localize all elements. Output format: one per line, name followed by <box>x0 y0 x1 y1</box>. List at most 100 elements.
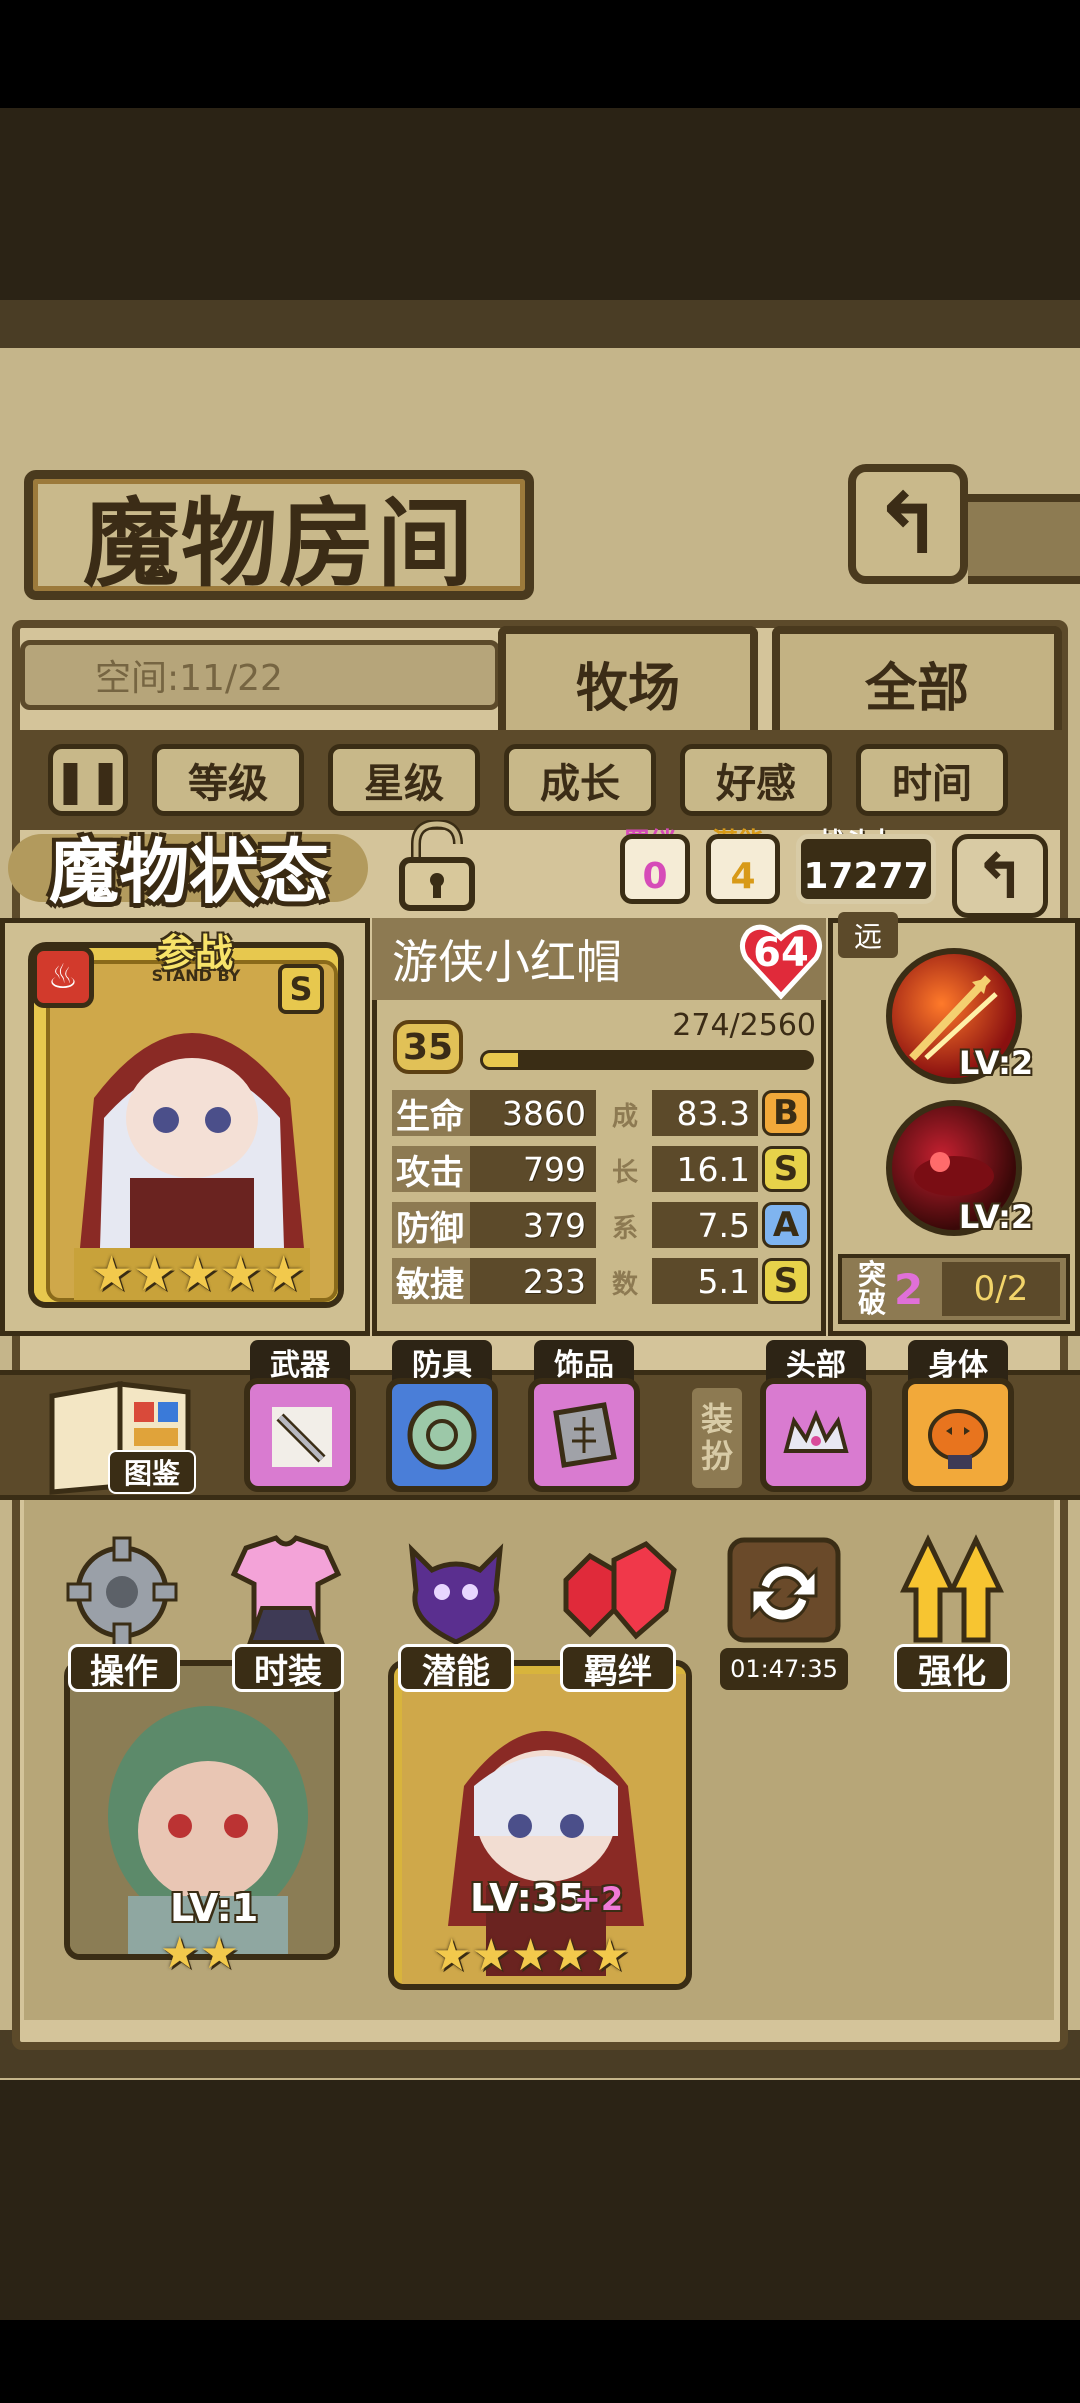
character-level: 35 <box>393 1020 463 1074</box>
character-stars: ★ ★ ★ ★ ★ <box>90 1246 305 1302</box>
star-icon: ★ <box>90 1246 134 1302</box>
exp-bar-fill <box>483 1053 519 1067</box>
sort-level-button[interactable]: 等级 <box>152 744 304 816</box>
potential-count: 4 <box>706 834 780 904</box>
exp-bar <box>480 1050 814 1070</box>
return-button[interactable]: ↰ <box>848 464 968 584</box>
growth-caption-2: 系 <box>611 1214 638 1244</box>
breakthrough-progress: 0/2 <box>942 1262 1060 1316</box>
head-slot[interactable] <box>760 1378 872 1492</box>
operate-label: 操作 <box>68 1644 180 1692</box>
tiara-icon <box>783 1409 849 1453</box>
sort-time-button[interactable]: 时间 <box>856 744 1008 816</box>
body-slot[interactable] <box>902 1378 1014 1492</box>
refresh-icon <box>727 1537 841 1643</box>
breakthrough-value: 2 <box>894 1264 924 1314</box>
fire-element-icon: ♨ <box>32 946 94 1008</box>
growth-value-1: 16.1 <box>676 1149 750 1189</box>
sort-growth-button[interactable]: 成长 <box>504 744 656 816</box>
range-tag: 远 <box>838 912 898 958</box>
breakthrough-label-2: 破 <box>857 1286 886 1319</box>
return-arrow-icon: ↰ <box>872 475 944 573</box>
heart-gems-icon <box>563 1540 677 1640</box>
star-icon: ★ <box>160 1928 200 1979</box>
dress-up-char-2: 扮 <box>700 1437 733 1475</box>
header-strip <box>968 494 1080 584</box>
rank-badge: S <box>278 964 324 1014</box>
accessory-slot[interactable] <box>528 1378 640 1492</box>
stat-value-1: 799 <box>523 1149 586 1189</box>
star-icon: ★ <box>589 1930 630 1981</box>
growth-value-2: 7.5 <box>697 1205 750 1245</box>
star-icon: ★ <box>133 1246 177 1302</box>
star-icon: ★ <box>550 1930 590 1981</box>
stone-tablet-icon <box>553 1402 617 1468</box>
star-icon: ★ <box>432 1930 472 1981</box>
pause-icon: ❚❚ <box>52 755 124 805</box>
gear-icon <box>66 1536 178 1648</box>
bond-label: 羁绊 <box>560 1644 676 1692</box>
unlock-icon[interactable] <box>394 820 480 912</box>
bond-count: 0 <box>620 834 690 904</box>
growth-grade-0: B <box>762 1090 810 1136</box>
dress-up-char-1: 装 <box>700 1400 733 1439</box>
weapon-slot[interactable] <box>244 1378 356 1492</box>
breakthrough-box: 突 破 2 0/2 <box>838 1254 1070 1324</box>
shadow-demon-icon <box>408 1543 504 1645</box>
monster-card-2-level: LV:35 <box>470 1876 585 1920</box>
skill-1-level: LV:2 <box>958 1044 1034 1082</box>
double-up-arrow-icon <box>900 1534 1004 1643</box>
armor-slot[interactable] <box>386 1378 498 1492</box>
growth-grade-3: S <box>762 1258 810 1304</box>
growth-grade-1: S <box>762 1146 810 1192</box>
growth-caption-0: 成 <box>611 1102 638 1132</box>
refresh-timer: 01:47:35 <box>720 1648 848 1690</box>
star-icon: ★ <box>219 1246 263 1302</box>
monster-card-1-level: LV:1 <box>170 1886 259 1930</box>
pause-button[interactable]: ❚❚ <box>48 744 128 816</box>
growth-value-3: 5.1 <box>697 1261 750 1301</box>
costume-label: 时装 <box>232 1644 344 1692</box>
status-back-button[interactable]: ↰ <box>952 834 1048 918</box>
clothes-icon <box>230 1535 342 1644</box>
codex-label: 图鉴 <box>108 1450 196 1494</box>
pumpkin-icon <box>928 1409 988 1469</box>
back-arrow-icon: ↰ <box>974 839 1026 913</box>
sort-star-button[interactable]: 星级 <box>328 744 480 816</box>
enhance-label: 强化 <box>894 1644 1010 1692</box>
space-capacity: 空间:11/22 <box>20 640 500 710</box>
breakthrough-label-1: 突 <box>857 1258 886 1291</box>
shield-icon <box>407 1400 477 1470</box>
status-title: 魔物状态 <box>49 829 329 913</box>
potential-label: 潜能 <box>398 1644 514 1692</box>
star-icon: ★ <box>199 1928 239 1979</box>
monster-card-1-stars: ★ ★ <box>160 1928 239 1979</box>
star-icon: ★ <box>176 1246 220 1302</box>
growth-caption-3: 数 <box>611 1270 638 1300</box>
sword-icon <box>272 1407 332 1467</box>
sort-affection-button[interactable]: 好感 <box>680 744 832 816</box>
stat-value-2: 379 <box>523 1205 586 1245</box>
star-icon: ★ <box>510 1930 551 1981</box>
affection-value: 64 <box>753 930 809 976</box>
growth-value-0: 83.3 <box>676 1093 750 1133</box>
stat-value-3: 233 <box>523 1261 586 1301</box>
stand-by-en-label: STAND BY <box>151 966 241 985</box>
monster-card-2-stars: ★ ★ ★ ★ ★ <box>432 1930 629 1981</box>
monster-card-2-bonus: +2 <box>574 1880 624 1918</box>
stat-value-0: 3860 <box>502 1093 586 1133</box>
skill-2-level: LV:2 <box>958 1198 1034 1236</box>
combat-power-value: 17277 <box>796 834 936 904</box>
tab-all[interactable]: 全部 <box>772 626 1062 732</box>
exp-text: 274/2560 <box>672 1008 816 1043</box>
tab-ranch[interactable]: 牧场 <box>498 626 758 732</box>
game-screen: { "header": {"title": "魔物房间", "back_icon… <box>0 0 1080 2403</box>
growth-caption-1: 长 <box>611 1158 638 1188</box>
star-icon: ★ <box>262 1246 306 1302</box>
page-title: 魔物房间 <box>24 470 534 600</box>
top-zigzag-band <box>0 300 1080 348</box>
star-icon: ★ <box>471 1930 511 1981</box>
stand-by-label: 参战 <box>156 931 233 975</box>
dress-up-label: 装扮 <box>692 1388 742 1488</box>
growth-grade-2: A <box>762 1202 810 1248</box>
